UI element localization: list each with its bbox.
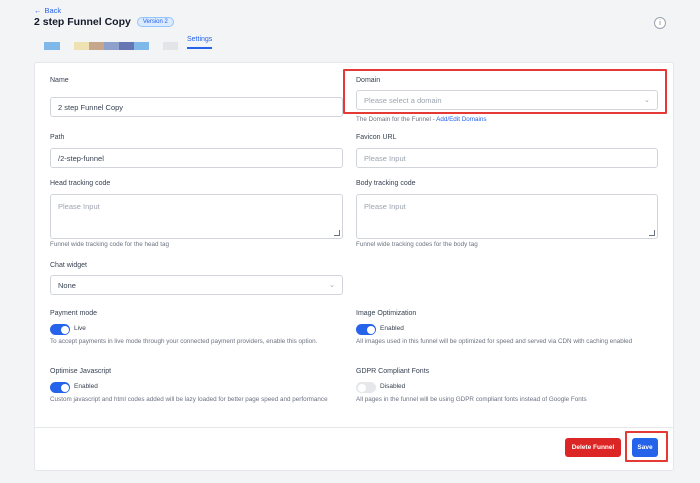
favicon-label: Favicon URL [356, 134, 397, 141]
payment-mode-state: Live [74, 325, 86, 332]
head-tracking-placeholder: Please Input [58, 202, 100, 211]
toggle-knob [357, 383, 366, 392]
image-optimization-help: All images used in this funnel will be o… [356, 338, 633, 345]
gdpr-fonts-label: GDPR Compliant Fonts [356, 368, 430, 375]
image-optimization-toggle[interactable] [356, 324, 376, 335]
path-input[interactable]: /2-step-funnel [50, 148, 343, 168]
body-tracking-help: Funnel wide tracking codes for the body … [356, 241, 478, 248]
head-tracking-textarea[interactable]: Please Input [50, 194, 343, 239]
footer-divider [35, 427, 673, 428]
head-tracking-label: Head tracking code [50, 180, 111, 187]
toggle-knob [60, 383, 69, 392]
tab-stats[interactable] [74, 42, 89, 50]
page-title: 2 step Funnel Copy [34, 16, 131, 28]
delete-funnel-button[interactable]: Delete Funnel [565, 438, 621, 457]
tab-analytics[interactable] [134, 42, 149, 50]
back-link[interactable]: ← Back [34, 6, 61, 15]
page-header: ← Back 2 step Funnel Copy Version 2 i Se… [0, 0, 700, 56]
chat-widget-value: None [58, 280, 76, 290]
payment-mode-label: Payment mode [50, 310, 98, 317]
path-label: Path [50, 134, 65, 141]
info-icon[interactable]: i [654, 17, 666, 29]
favicon-placeholder: Please Input [364, 153, 406, 163]
resize-handle-icon[interactable] [649, 230, 655, 236]
funnel-tabs: Settings [44, 36, 213, 56]
head-tracking-help: Funnel wide tracking code for the head t… [50, 241, 170, 248]
tab-settings[interactable]: Settings [187, 36, 213, 49]
chevron-down-icon: ⌄ [329, 282, 335, 289]
payment-mode-toggle[interactable] [50, 324, 70, 335]
toggle-knob [366, 325, 375, 334]
optimise-js-help: Custom javascript and html codes added w… [50, 396, 328, 403]
payment-mode-help: To accept payments in live mode through … [50, 338, 318, 345]
body-tracking-textarea[interactable]: Please Input [356, 194, 658, 239]
title-row: 2 step Funnel Copy Version 2 [34, 16, 174, 28]
optimise-js-label: Optimise Javascript [50, 368, 112, 375]
resize-handle-icon[interactable] [334, 230, 340, 236]
chat-widget-select[interactable]: None ⌄ [50, 275, 343, 295]
chat-widget-label: Chat widget [50, 262, 87, 269]
gdpr-fonts-toggle[interactable] [356, 382, 376, 393]
tab-other[interactable] [163, 42, 178, 50]
domain-label: Domain [356, 77, 381, 84]
tab-steps[interactable] [44, 42, 60, 50]
chevron-down-icon: ⌄ [644, 97, 650, 104]
domain-help-text: The Domain for the Funnel - [356, 116, 437, 123]
optimise-js-toggle[interactable] [50, 382, 70, 393]
toggle-knob [60, 325, 69, 334]
image-optimization-state: Enabled [380, 325, 404, 332]
tab-contacts[interactable] [104, 42, 119, 50]
back-label: Back [44, 6, 62, 15]
version-badge: Version 2 [136, 17, 174, 27]
image-optimization-label: Image Optimization [356, 310, 417, 317]
favicon-input[interactable]: Please Input [356, 148, 658, 168]
name-label: Name [50, 77, 69, 84]
domain-help: The Domain for the Funnel - Add/Edit Dom… [356, 115, 487, 124]
save-button[interactable]: Save [632, 438, 658, 457]
arrow-left-icon: ← [34, 6, 42, 15]
body-tracking-placeholder: Please Input [364, 202, 406, 211]
body-tracking-label: Body tracking code [356, 180, 416, 187]
add-edit-domains-link[interactable]: Add/Edit Domains [436, 116, 486, 123]
settings-card: Name 2 step Funnel Copy Domain Please se… [34, 62, 674, 471]
domain-select[interactable]: Please select a domain ⌄ [356, 90, 658, 110]
tab-overview[interactable] [119, 42, 134, 50]
gdpr-fonts-state: Disabled [380, 383, 406, 390]
optimise-js-state: Enabled [74, 383, 98, 390]
name-value: 2 step Funnel Copy [58, 102, 124, 112]
name-input[interactable]: 2 step Funnel Copy [50, 97, 343, 117]
domain-placeholder: Please select a domain [364, 95, 442, 105]
path-value: /2-step-funnel [58, 153, 104, 163]
tab-sales[interactable] [89, 42, 104, 50]
gdpr-fonts-help: All pages in the funnel will be using GD… [356, 396, 587, 403]
